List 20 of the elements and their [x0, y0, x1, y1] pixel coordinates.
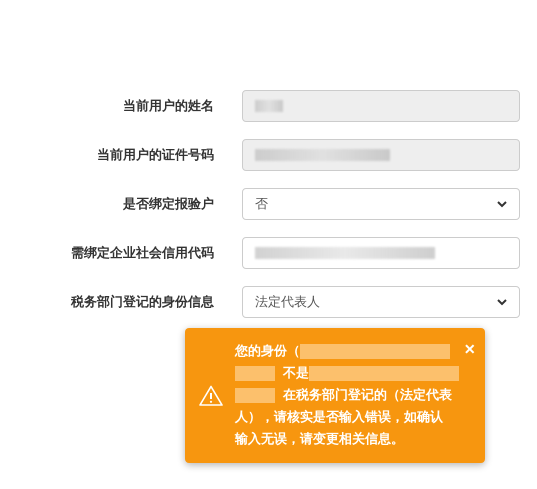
field-value: 法定代表人 [255, 294, 321, 311]
chevron-down-icon [497, 298, 507, 306]
input-field[interactable] [242, 237, 520, 269]
field-label: 是否绑定报验户 [122, 196, 214, 213]
chevron-down-icon [497, 200, 507, 208]
alert-text: 您的身份（ [235, 342, 300, 360]
alert-text: 在税务部门登记的（法定代表 [283, 386, 452, 404]
alert-text: 人），请核实是否输入错误，如确认 [235, 408, 443, 426]
warning-icon [199, 385, 223, 406]
field-label: 当前用户的姓名 [122, 98, 214, 115]
field-label: 需绑定企业社会信用代码 [70, 244, 214, 262]
redaction-mark [235, 366, 275, 381]
alert-text: 输入无误，请变更相关信息。 [235, 430, 404, 448]
field-label: 当前用户的证件号码 [96, 146, 214, 164]
alert-text: 不是 [283, 364, 309, 382]
field-value: 否 [255, 196, 269, 213]
field-label: 税务部门登记的身份信息 [70, 294, 214, 311]
redaction-mark [235, 388, 275, 403]
select-field[interactable]: 法定代表人 [242, 286, 520, 318]
select-field[interactable]: 否 [242, 188, 520, 220]
